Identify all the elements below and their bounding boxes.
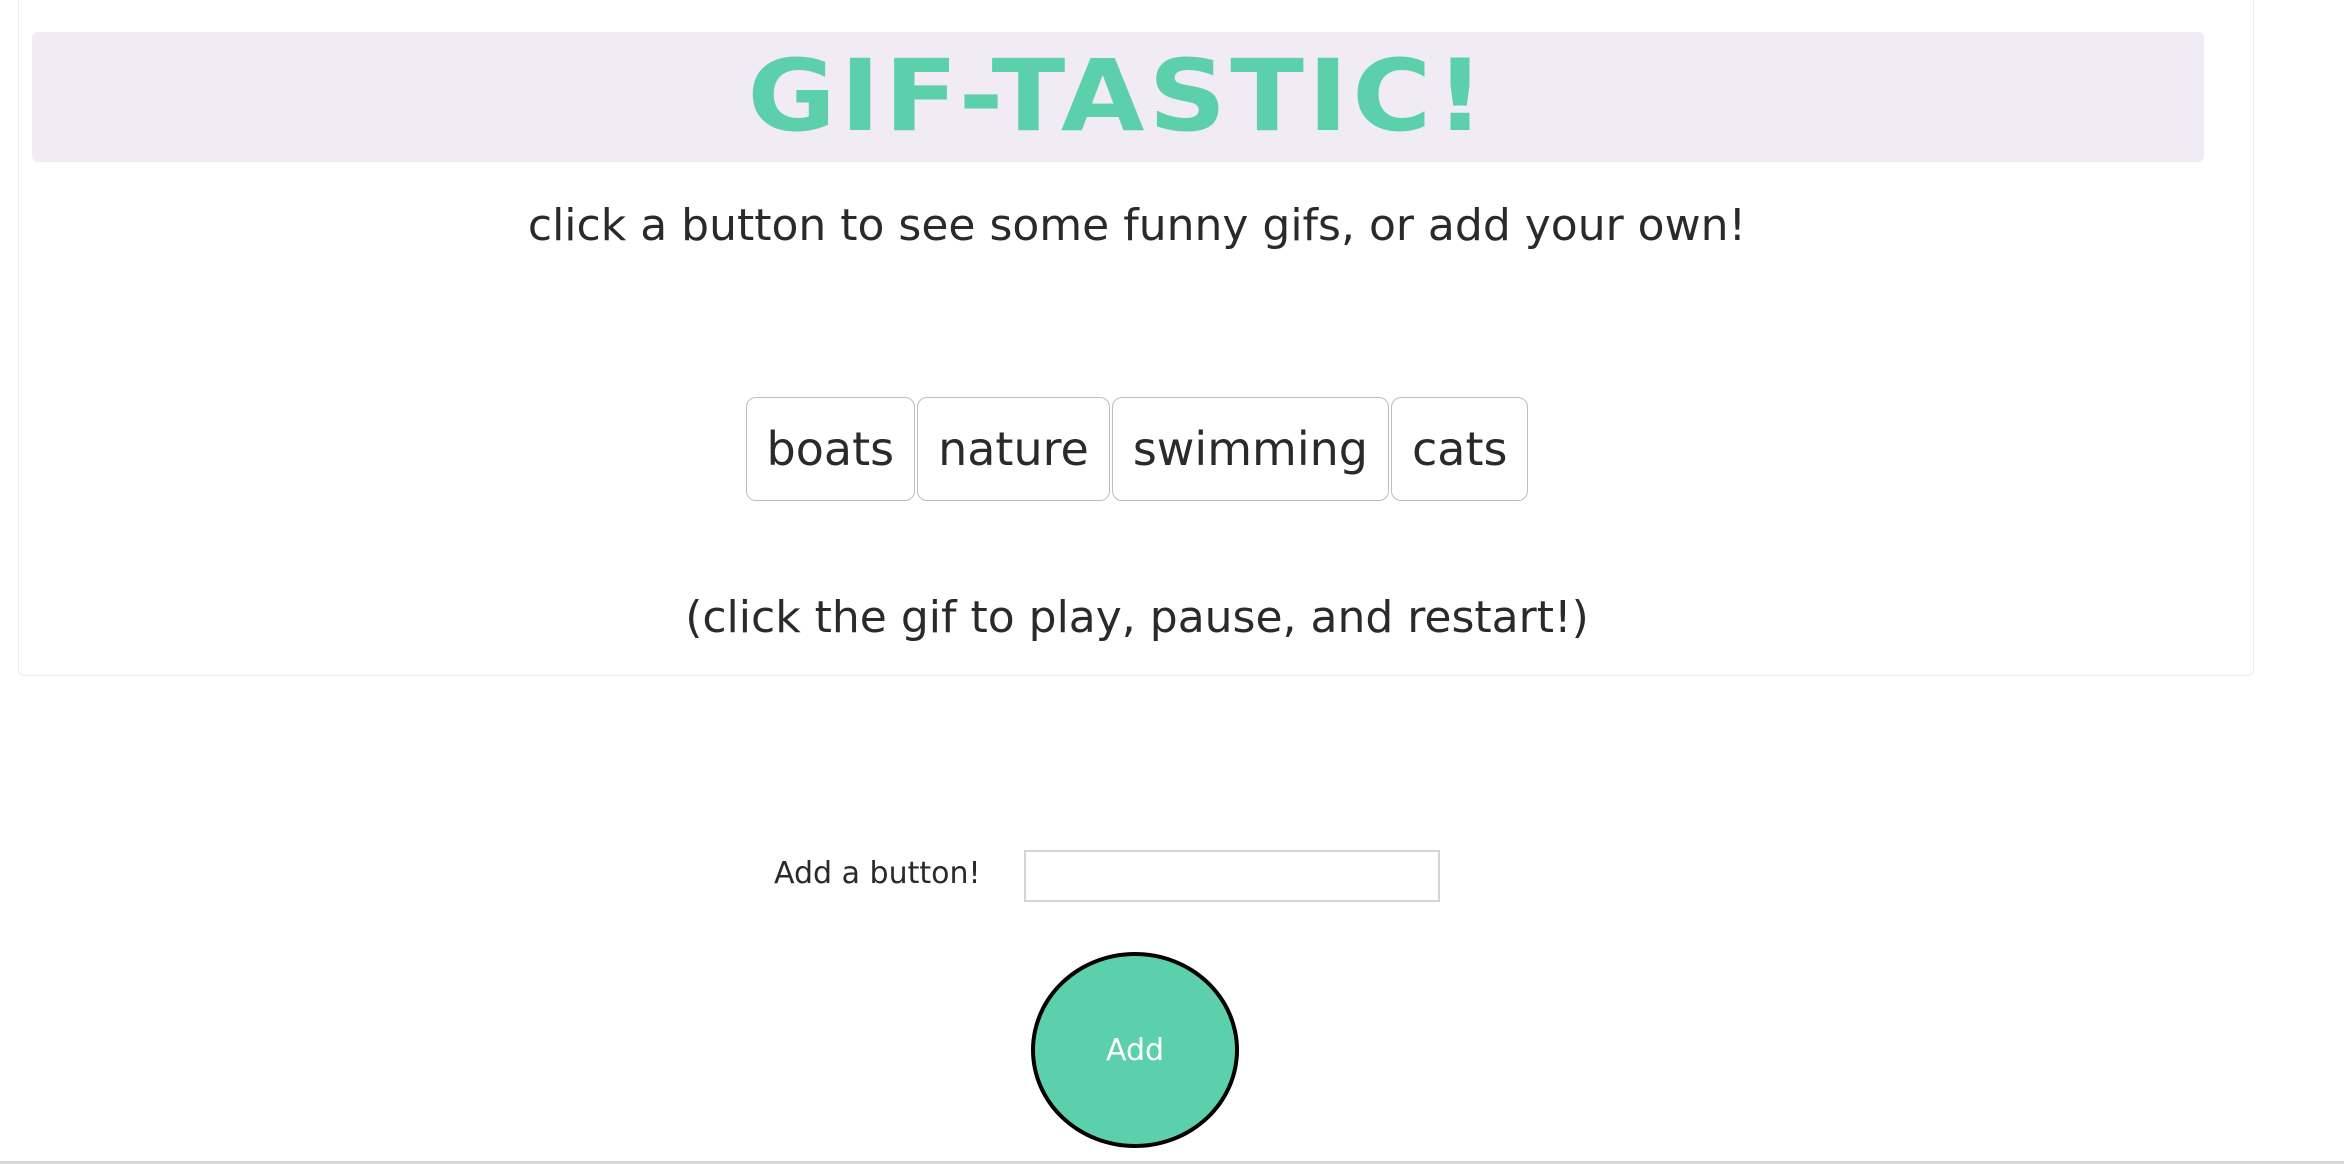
add-submit-button[interactable]: Add [1031, 952, 1239, 1148]
topic-button-nature[interactable]: nature [917, 397, 1110, 501]
add-button-label: Add a button! [774, 856, 981, 891]
topic-button-boats[interactable]: boats [745, 397, 916, 501]
topic-buttons: boats nature swimming cats [0, 397, 2274, 501]
page-title: GIF-TASTIC! [747, 39, 1489, 155]
jumbotron-header: GIF-TASTIC! [32, 32, 2204, 162]
page-subtitle: click a button to see some funny gifs, o… [527, 200, 1747, 251]
topic-button-cats[interactable]: cats [1390, 397, 1529, 501]
add-topic-input[interactable] [1024, 850, 1440, 902]
gif-hint-text: (click the gif to play, pause, and resta… [685, 592, 1589, 643]
topic-button-swimming[interactable]: swimming [1111, 397, 1389, 501]
